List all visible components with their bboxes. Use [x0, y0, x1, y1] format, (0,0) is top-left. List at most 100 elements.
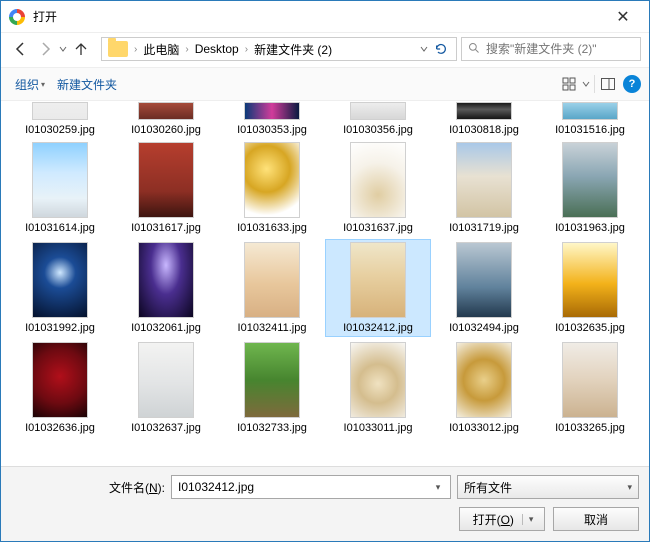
file-item[interactable]: I01031963.jpg — [537, 139, 643, 237]
file-item[interactable]: I01032411.jpg — [219, 239, 325, 337]
up-button[interactable] — [69, 37, 93, 61]
file-item[interactable]: I01031633.jpg — [219, 139, 325, 237]
back-button[interactable] — [9, 37, 33, 61]
file-item[interactable]: I01032733.jpg — [219, 339, 325, 437]
file-name: I01031617.jpg — [131, 222, 201, 234]
cancel-button[interactable]: 取消 — [553, 507, 639, 531]
file-thumbnail — [32, 342, 88, 418]
file-name: I01032733.jpg — [237, 422, 307, 434]
file-thumbnail — [350, 142, 406, 218]
bottom-panel: 文件名(N): ▾ 所有文件 ▾ 打开(O) ▾ 取消 — [1, 466, 649, 541]
refresh-button[interactable] — [430, 38, 452, 60]
file-name: I01032494.jpg — [449, 322, 519, 334]
chevron-right-icon[interactable]: › — [183, 44, 190, 55]
filename-label: 文件名(N): — [11, 479, 165, 496]
file-item[interactable]: I01032494.jpg — [431, 239, 537, 337]
file-item[interactable]: I01033265.jpg — [537, 339, 643, 437]
file-thumbnail — [32, 142, 88, 218]
new-folder-label: 新建文件夹 — [57, 76, 117, 93]
file-name: I01031992.jpg — [25, 322, 95, 334]
file-name: I01031637.jpg — [343, 222, 413, 234]
view-dropdown[interactable] — [580, 72, 592, 96]
file-item[interactable]: I01030818.jpg — [431, 101, 537, 139]
file-item[interactable]: I01032412.jpg — [325, 239, 431, 337]
recent-locations-dropdown[interactable] — [57, 37, 69, 61]
breadcrumb-item[interactable]: 此电脑 — [141, 41, 181, 58]
file-item[interactable]: I01030259.jpg — [7, 101, 113, 139]
file-item[interactable]: I01031516.jpg — [537, 101, 643, 139]
breadcrumb-item[interactable]: 新建文件夹 (2) — [252, 41, 334, 58]
toolbar: 组织 ▾ 新建文件夹 ? — [1, 67, 649, 101]
file-thumbnail — [562, 242, 618, 318]
file-name: I01030259.jpg — [25, 124, 95, 136]
folder-icon — [108, 41, 128, 57]
breadcrumb-bar[interactable]: › 此电脑 › Desktop › 新建文件夹 (2) — [101, 37, 457, 61]
open-dropdown[interactable]: ▾ — [522, 514, 538, 525]
chevron-down-icon: ▾ — [41, 80, 45, 89]
help-button[interactable]: ? — [623, 75, 641, 93]
file-thumbnail — [562, 102, 618, 120]
file-item[interactable]: I01030356.jpg — [325, 101, 431, 139]
file-item[interactable]: I01033012.jpg — [431, 339, 537, 437]
file-list[interactable]: I01030259.jpg I01030260.jpg I01030353.jp… — [1, 101, 649, 466]
file-name: I01032411.jpg — [238, 322, 307, 334]
file-thumbnail — [138, 102, 194, 120]
file-name: I01032637.jpg — [131, 422, 201, 434]
file-thumbnail — [350, 242, 406, 318]
file-thumbnail — [562, 342, 618, 418]
filename-input[interactable] — [176, 479, 430, 495]
file-item[interactable]: I01031992.jpg — [7, 239, 113, 337]
filename-combo[interactable]: ▾ — [171, 475, 451, 499]
file-name: I01032061.jpg — [131, 322, 201, 334]
filter-label: 所有文件 — [464, 479, 512, 496]
nav-arrows — [9, 37, 93, 61]
file-name: I01033011.jpg — [344, 422, 413, 434]
file-thumbnail — [244, 142, 300, 218]
file-thumbnail — [32, 102, 88, 120]
file-thumbnail — [244, 102, 300, 120]
file-name: I01033265.jpg — [555, 422, 625, 434]
file-item[interactable]: I01031637.jpg — [325, 139, 431, 237]
file-thumbnail — [456, 102, 512, 120]
file-thumbnail — [456, 142, 512, 218]
preview-pane-button[interactable] — [597, 73, 619, 95]
file-item[interactable]: I01031617.jpg — [113, 139, 219, 237]
file-thumbnail — [138, 142, 194, 218]
breadcrumb-item[interactable]: Desktop — [193, 42, 241, 56]
file-thumbnail — [138, 242, 194, 318]
organize-button[interactable]: 组织 ▾ — [9, 73, 51, 96]
file-item[interactable]: I01033011.jpg — [325, 339, 431, 437]
file-item[interactable]: I01032636.jpg — [7, 339, 113, 437]
file-item[interactable]: I01030353.jpg — [219, 101, 325, 139]
chrome-icon — [9, 9, 25, 25]
view-button[interactable] — [558, 73, 580, 95]
file-type-filter[interactable]: 所有文件 ▾ — [457, 475, 639, 499]
chevron-down-icon[interactable]: ▾ — [430, 482, 446, 493]
chevron-right-icon[interactable]: › — [132, 44, 139, 55]
search-box[interactable] — [461, 37, 641, 61]
file-name: I01031614.jpg — [25, 222, 95, 234]
open-button[interactable]: 打开(O) ▾ — [459, 507, 545, 531]
file-thumbnail — [456, 342, 512, 418]
file-item[interactable]: I01032637.jpg — [113, 339, 219, 437]
forward-button[interactable] — [33, 37, 57, 61]
organize-label: 组织 — [15, 76, 39, 93]
close-button[interactable]: ✕ — [601, 2, 645, 32]
cancel-label: 取消 — [584, 511, 608, 528]
file-item[interactable]: I01031719.jpg — [431, 139, 537, 237]
file-name: I01031516.jpg — [555, 124, 625, 136]
file-name: I01031963.jpg — [555, 222, 625, 234]
chevron-right-icon[interactable]: › — [243, 44, 250, 55]
file-item[interactable]: I01031614.jpg — [7, 139, 113, 237]
search-input[interactable] — [484, 41, 634, 57]
breadcrumb-dropdown[interactable] — [418, 37, 430, 61]
file-item[interactable]: I01030260.jpg — [113, 101, 219, 139]
chevron-down-icon: ▾ — [627, 482, 632, 493]
file-item[interactable]: I01032635.jpg — [537, 239, 643, 337]
file-item[interactable]: I01032061.jpg — [113, 239, 219, 337]
file-thumbnail — [32, 242, 88, 318]
file-name: I01033012.jpg — [449, 422, 519, 434]
new-folder-button[interactable]: 新建文件夹 — [51, 73, 123, 96]
file-name: I01031719.jpg — [449, 222, 519, 234]
file-thumbnail — [244, 242, 300, 318]
